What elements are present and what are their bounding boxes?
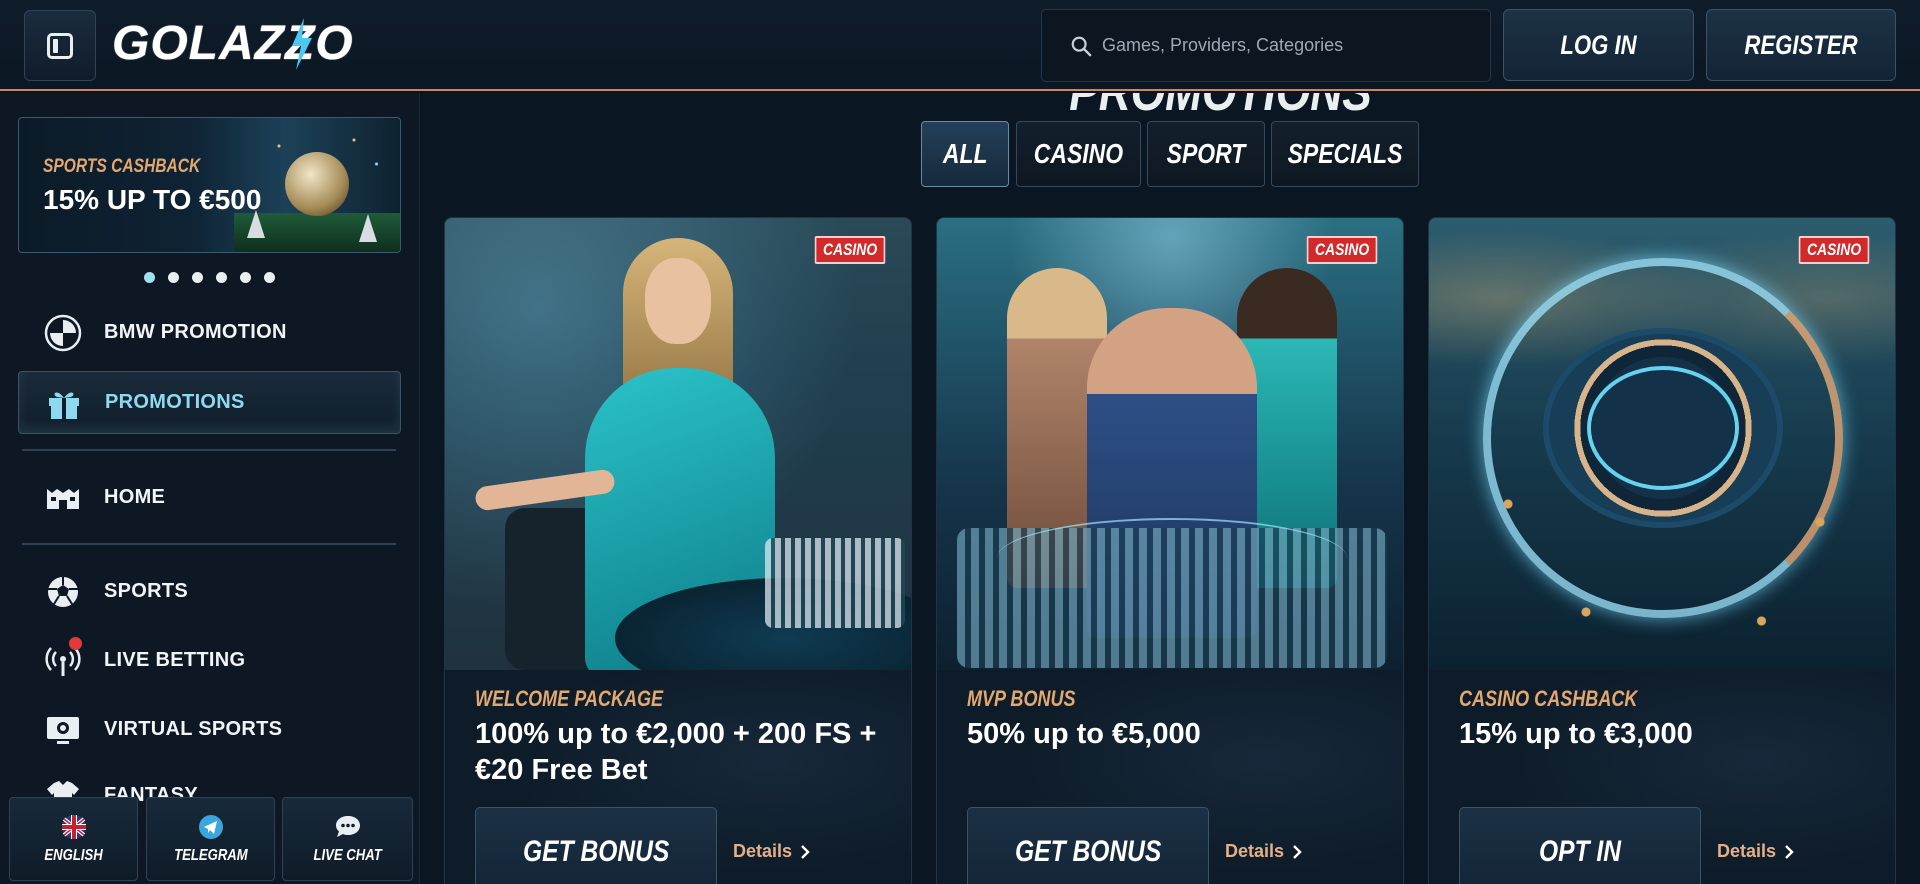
page-title: PROMOTIONS [1069,93,1372,123]
card-subtitle: MVP BONUS [967,686,1076,711]
carousel-dot[interactable] [192,272,203,283]
chat-icon [334,813,362,841]
tab-label: ALL [942,138,988,169]
telegram-label: TELEGRAM [173,847,248,864]
login-label: LOG IN [1560,29,1637,60]
tab-label: CASINO [1033,138,1124,169]
sidebar-item-bmw-promotion[interactable]: BMW PROMOTION [18,301,401,364]
details-label: Details [733,841,793,861]
get-bonus-button[interactable]: GET BONUS [967,807,1209,884]
carousel-dot[interactable] [144,272,155,283]
chevron-right-icon [1293,844,1302,859]
banner-subtitle: SPORTS CASHBACK [43,156,201,177]
promo-card-image [937,218,1403,670]
sidebar-item-label: BMW PROMOTION [104,321,287,343]
category-badge: CASINO [814,236,886,264]
card-title: 15% up to €3,000 [1459,718,1693,750]
logo[interactable]: GOLAZZO [112,14,354,74]
category-badge: CASINO [1306,236,1378,264]
tab-sport[interactable]: SPORT [1147,121,1265,187]
search-input[interactable] [1102,35,1462,56]
live-indicator-dot [69,637,82,650]
language-label: ENGLISH [44,847,103,864]
soccer-ball-image [285,152,349,216]
uk-flag-icon [60,813,88,841]
search-icon [1071,36,1092,56]
details-link[interactable]: Details [1225,841,1302,862]
cta-label: GET BONUS [1014,835,1162,868]
sidebar-divider [22,543,396,545]
sidebar-toggle-icon [47,32,73,59]
chevron-right-icon [801,844,810,859]
banner-title: 15% UP TO €500 [43,184,262,215]
register-label: REGISTER [1744,29,1858,60]
card-subtitle: CASINO CASHBACK [1459,686,1638,711]
carousel-dot[interactable] [168,272,179,283]
carousel-dots [144,272,275,283]
main-content: PROMOTIONS ALL CASINO SPORT SPECIALS CAS… [421,93,1920,884]
sidebar: SPORTS CASHBACK 15% UP TO €500 BMW PROMO… [0,93,420,884]
logo-text: GOLAZZO [112,17,354,70]
promo-card[interactable]: CASINO MVP BONUS 50% up to €5,000 GET BO… [936,217,1404,884]
sidebar-item-home[interactable]: HOME [18,466,401,529]
telegram-icon [197,813,225,841]
telegram-button[interactable]: TELEGRAM [146,797,275,881]
sidebar-item-label: HOME [104,486,166,508]
carousel-dot[interactable] [240,272,251,283]
sidebar-item-label: VIRTUAL SPORTS [104,718,283,740]
live-chat-label: LIVE CHAT [313,847,382,864]
sidebar-item-sports[interactable]: SPORTS [18,560,401,623]
search-bar[interactable] [1041,9,1491,82]
tab-label: SPECIALS [1287,138,1403,169]
language-button[interactable]: ENGLISH [9,797,138,881]
details-link[interactable]: Details [733,841,810,862]
cta-label: OPT IN [1538,835,1621,868]
tab-casino[interactable]: CASINO [1016,121,1141,187]
chevron-right-icon [1785,844,1794,859]
gift-icon [45,384,83,422]
sidebar-item-label: LIVE BETTING [104,649,246,671]
tab-label: SPORT [1166,138,1246,169]
tab-all[interactable]: ALL [921,121,1009,187]
sidebar-promo-banner[interactable]: SPORTS CASHBACK 15% UP TO €500 [18,117,401,253]
sidebar-divider [22,449,396,451]
login-button[interactable]: LOG IN [1503,9,1694,81]
opt-in-button[interactable]: OPT IN [1459,807,1701,884]
promo-card[interactable]: CASINO CASINO CASHBACK 15% up to €3,000 … [1428,217,1896,884]
sidebar-toggle-button[interactable] [24,10,96,81]
card-title: 100% up to €2,000 + 200 FS + €20 Free Be… [475,718,877,786]
promo-card[interactable]: CASINO WELCOME PACKAGE 100% up to €2,000… [444,217,912,884]
stadium-icon [44,479,82,517]
sidebar-item-label: SPORTS [104,580,189,602]
promo-card-image [1429,218,1895,670]
lightning-bolt-icon [292,18,312,70]
details-label: Details [1717,841,1777,861]
bmw-icon [44,314,82,352]
sidebar-item-label: PROMOTIONS [105,391,245,413]
live-chat-button[interactable]: LIVE CHAT [282,797,413,881]
carousel-dot[interactable] [264,272,275,283]
card-subtitle: WELCOME PACKAGE [475,686,664,711]
soccer-ball-icon [44,573,82,611]
category-badge: CASINO [1798,236,1870,264]
sidebar-item-promotions[interactable]: PROMOTIONS [18,371,401,434]
register-button[interactable]: REGISTER [1706,9,1896,81]
sidebar-item-virtual-sports[interactable]: VIRTUAL SPORTS [18,698,401,761]
card-title: 50% up to €5,000 [967,718,1201,750]
carousel-dot[interactable] [216,272,227,283]
top-bar: GOLAZZO LOG IN REGISTER [0,0,1920,91]
cone-image [359,214,377,242]
tab-specials[interactable]: SPECIALS [1271,121,1419,187]
details-label: Details [1225,841,1285,861]
monitor-soccer-icon [44,711,82,749]
promo-card-image [445,218,911,670]
cta-label: GET BONUS [522,835,670,868]
details-link[interactable]: Details [1717,841,1794,862]
get-bonus-button[interactable]: GET BONUS [475,807,717,884]
